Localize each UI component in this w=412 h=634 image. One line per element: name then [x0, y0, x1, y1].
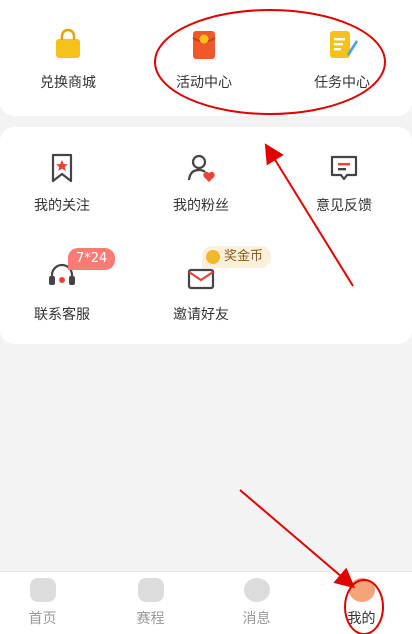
bookmark-star-icon	[45, 151, 79, 185]
tab-mine[interactable]: 我的	[310, 578, 412, 628]
coin-reward-badge: 奖金币	[202, 246, 272, 268]
activity-center-label: 活动中心	[176, 75, 232, 91]
contact-service-entry[interactable]: 联系客服	[0, 260, 130, 324]
exchange-mall-entry[interactable]: 兑换商城	[0, 28, 136, 92]
invite-friends-entry[interactable]: 邀请好友	[133, 260, 269, 324]
tab-mine-label: 我的	[347, 611, 376, 627]
my-follows-label: 我的关注	[34, 198, 90, 214]
profile-avatar-icon	[348, 578, 375, 602]
tab-home[interactable]: 首页	[0, 578, 94, 628]
tab-messages[interactable]: 消息	[205, 578, 308, 628]
my-fans-entry[interactable]: 我的粉丝	[133, 151, 269, 215]
feedback-chat-icon	[327, 151, 361, 185]
trophy-icon	[137, 578, 164, 602]
feedback-label: 意见反馈	[316, 198, 372, 214]
task-center-label: 任务中心	[314, 75, 370, 91]
invite-friends-label: 邀请好友	[173, 307, 229, 323]
coin-reward-text: 奖金币	[224, 249, 264, 264]
my-follows-entry[interactable]: 我的关注	[0, 151, 130, 215]
user-heart-icon	[184, 151, 218, 185]
exchange-mall-label: 兑换商城	[40, 75, 96, 91]
feedback-entry[interactable]: 意见反馈	[276, 151, 412, 215]
tab-schedule[interactable]: 赛程	[99, 578, 202, 628]
tab-home-label: 首页	[28, 611, 57, 627]
task-center-entry[interactable]: 任务中心	[274, 28, 410, 92]
tab-schedule-label: 赛程	[136, 611, 165, 627]
gold-coin-icon	[206, 250, 220, 264]
message-bubble-icon	[243, 578, 270, 602]
tab-messages-label: 消息	[242, 611, 271, 627]
arrow-down-annotation	[239, 489, 356, 589]
red-envelope-icon	[187, 28, 221, 62]
service-hours-badge: 7*24	[68, 248, 116, 270]
featured-card: 兑换商城 活动中心 任务中心	[0, 0, 412, 116]
services-card: 我的关注 我的粉丝 意见反馈 联系客服 7*24 邀请好友 奖金币	[0, 127, 412, 344]
task-notepad-icon	[325, 28, 359, 62]
my-fans-label: 我的粉丝	[173, 198, 229, 214]
activity-center-entry[interactable]: 活动中心	[136, 28, 272, 92]
home-icon	[29, 578, 56, 602]
shopping-bag-icon	[51, 28, 85, 62]
bottom-tab-bar: 首页 赛程 消息 我的	[0, 571, 412, 634]
contact-service-label: 联系客服	[34, 307, 90, 323]
